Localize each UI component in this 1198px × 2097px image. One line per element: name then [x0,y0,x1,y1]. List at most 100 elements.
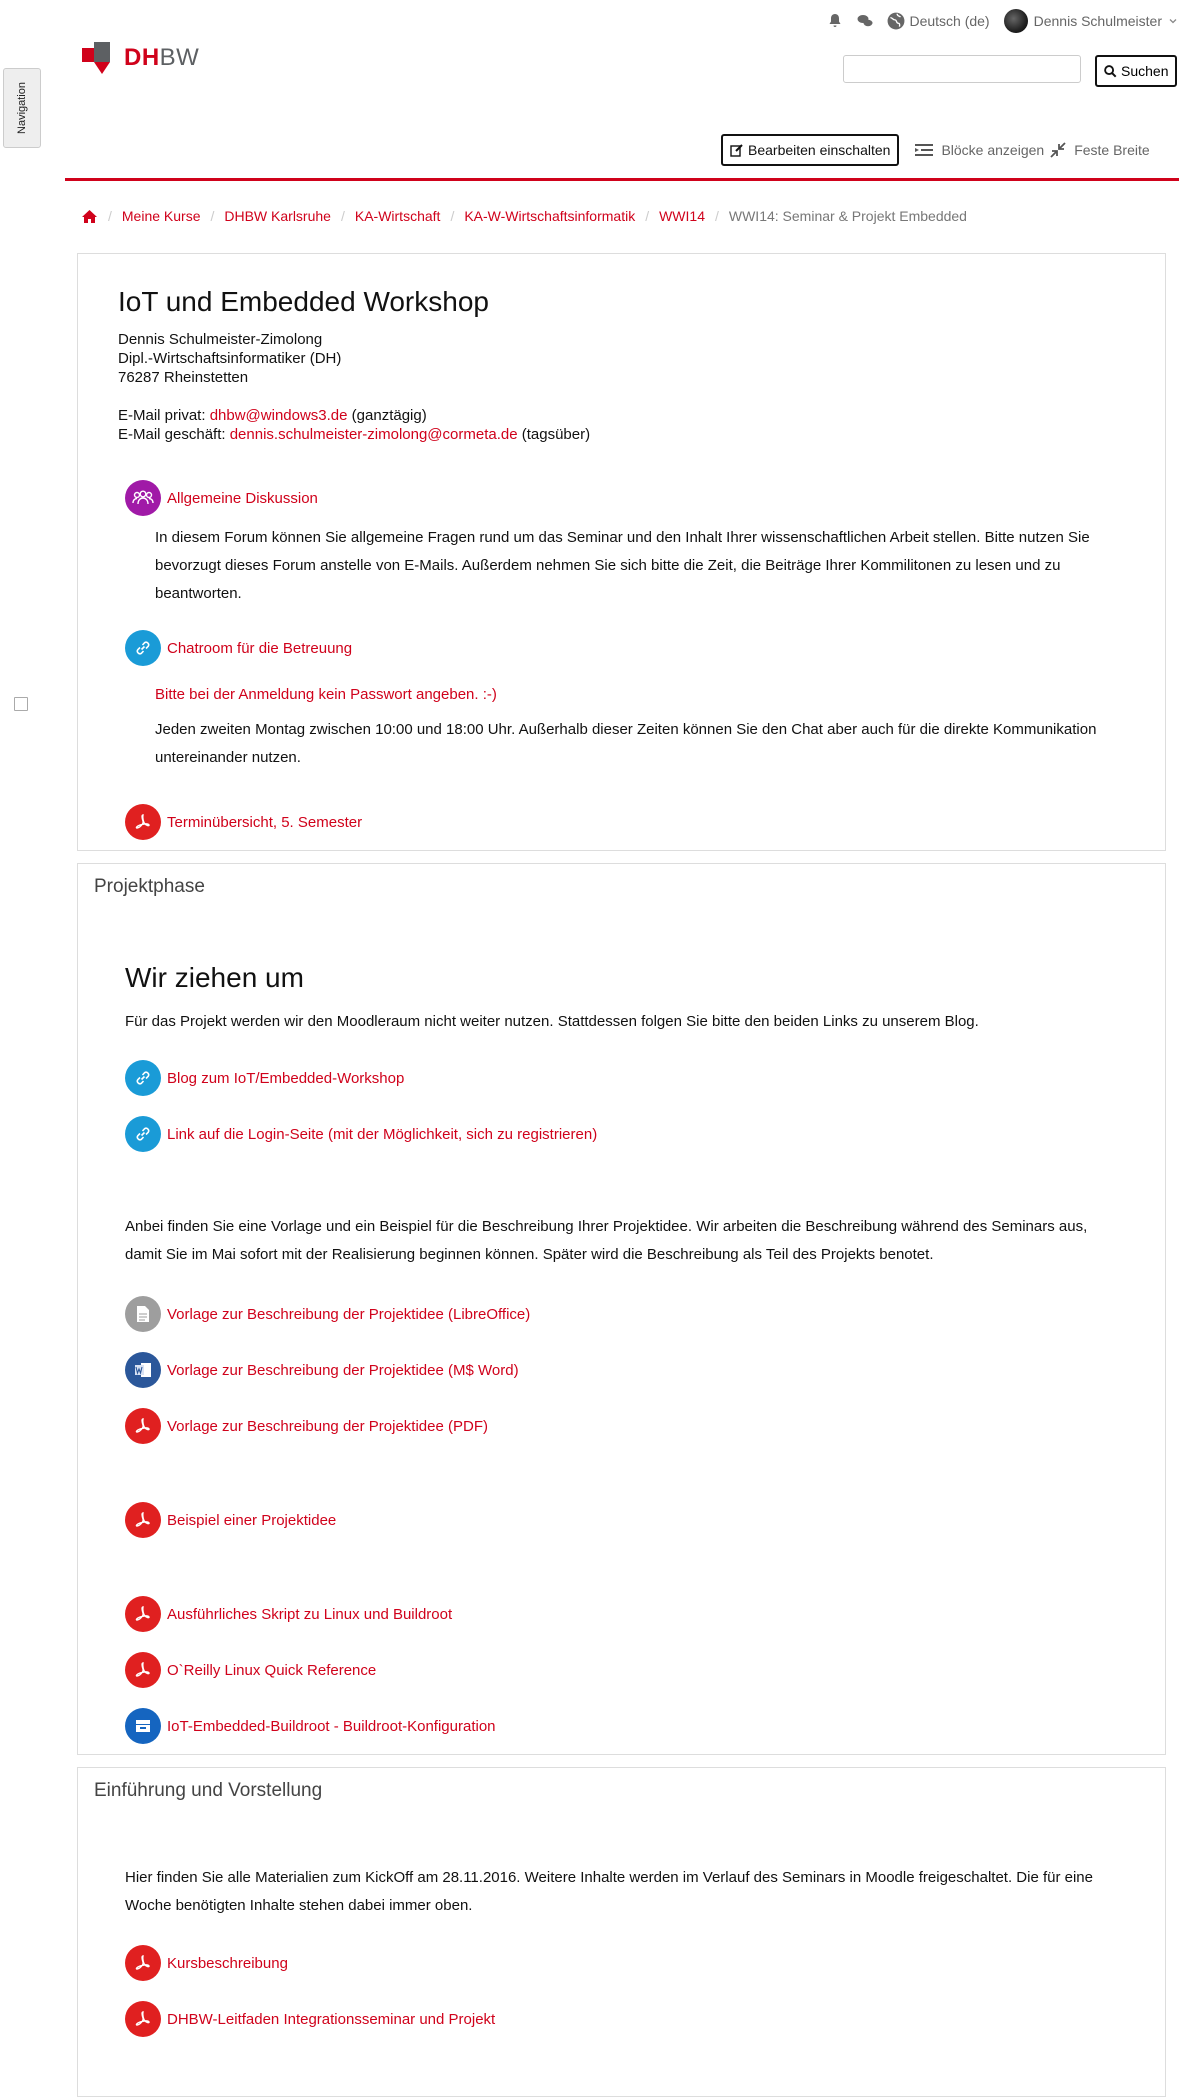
intro-section: Einführung und Vorstellung Hier finden S… [77,1767,1166,2097]
guide-activity[interactable]: DHBW-Leitfaden Integrationsseminar und P… [125,2001,495,2037]
navigation-drawer-toggle[interactable]: Navigation [3,68,41,148]
fixed-width-label: Feste Breite [1074,142,1150,158]
search-input[interactable] [843,55,1081,83]
template-libreoffice-link[interactable]: Vorlage zur Beschreibung der Projektidee… [167,1306,530,1323]
template-pdf-link[interactable]: Vorlage zur Beschreibung der Projektidee… [167,1418,488,1435]
oreilly-activity[interactable]: O`Reilly Linux Quick Reference [125,1652,376,1688]
breadcrumb: / Meine Kurse / DHBW Karlsruhe / KA-Wirt… [81,208,967,224]
breadcrumb-separator: / [340,208,345,224]
section-title[interactable]: Einführung und Vorstellung [94,1780,322,1802]
search-form: Suchen [843,55,1178,87]
script-link[interactable]: Ausführliches Skript zu Linux und Buildr… [167,1606,452,1623]
search-icon [1104,64,1117,77]
home-icon[interactable] [81,209,98,224]
private-mail-line: E-Mail privat: dhbw@windows3.de (ganztäg… [118,406,590,425]
contact-address: Dennis Schulmeister-Zimolong Dipl.-Wirts… [118,330,590,444]
schedule-link[interactable]: Terminübersicht, 5. Semester [167,814,362,831]
link-icon [125,1060,161,1096]
contact-city: 76287 Rheinstetten [118,369,249,386]
block-toggle-icon[interactable] [14,697,28,711]
forum-activity[interactable]: Allgemeine Diskussion [125,480,318,516]
breadcrumb-separator: / [645,208,650,224]
edit-mode-button[interactable]: Bearbeiten einschalten [721,134,900,166]
template-word-link[interactable]: Vorlage zur Beschreibung der Projektidee… [167,1362,519,1379]
chat-activity[interactable]: Chatroom für die Betreuung [125,630,352,666]
pdf-icon [125,804,161,840]
course-description-activity[interactable]: Kursbeschreibung [125,1945,288,1981]
bell-icon[interactable] [827,13,843,29]
project-template-text: Anbei finden Sie eine Vorlage und ein Be… [125,1218,1088,1263]
example-link[interactable]: Beispiel einer Projektidee [167,1512,336,1529]
section-title[interactable]: Projektphase [94,876,205,898]
course-description-link[interactable]: Kursbeschreibung [167,1955,288,1972]
show-blocks-button[interactable]: Blöcke anzeigen [915,142,1044,158]
logo-text-dh: DH [124,44,160,71]
template-libreoffice-activity[interactable]: Vorlage zur Beschreibung der Projektidee… [125,1296,530,1332]
project-intro: Für das Projekt werden wir den Moodlerau… [125,1013,979,1030]
show-blocks-label: Blöcke anzeigen [941,142,1045,158]
buildroot-activity[interactable]: IoT-Embedded-Buildroot - Buildroot-Konfi… [125,1708,496,1744]
document-file-icon [125,1296,161,1332]
breadcrumb-item-dhbw-karlsruhe[interactable]: DHBW Karlsruhe [224,208,331,224]
forum-description: In diesem Forum können Sie allgemeine Fr… [155,529,1090,602]
private-mail-label: E-Mail privat: [118,407,210,424]
chat-link[interactable]: Chatroom für die Betreuung [167,640,352,657]
contact-degree: Dipl.-Wirtschaftsinformatiker (DH) [118,350,342,367]
avatar [1003,9,1028,33]
private-mail-note: (ganztägig) [347,407,427,424]
breadcrumb-separator: / [210,208,215,224]
blog-activity[interactable]: Blog zum IoT/Embedded-Workshop [125,1060,404,1096]
globe-icon [888,12,905,30]
work-mail-note: (tagsüber) [517,426,591,443]
project-phase-section: Projektphase Wir ziehen um Für das Proje… [77,863,1166,1755]
language-label: Deutsch (de) [909,13,990,29]
contact-name: Dennis Schulmeister-Zimolong [118,331,323,348]
course-title: IoT und Embedded Workshop [118,286,489,317]
private-mail-link[interactable]: dhbw@windows3.de [210,407,348,424]
top-bar: Deutsch (de) Dennis Schulmeister [827,8,1178,34]
user-name: Dennis Schulmeister [1033,13,1162,29]
breadcrumb-item-wirtschaftsinformatik[interactable]: KA-W-Wirtschaftsinformatik [464,208,635,224]
schedule-activity[interactable]: Terminübersicht, 5. Semester [125,804,362,840]
word-document-icon [125,1352,161,1388]
breadcrumb-item-current: WWI14: Seminar & Projekt Embedded [728,208,967,224]
template-word-activity[interactable]: Vorlage zur Beschreibung der Projektidee… [125,1352,519,1388]
work-mail-label: E-Mail geschäft: [118,426,230,443]
forum-link[interactable]: Allgemeine Diskussion [167,490,318,507]
link-icon [125,1116,161,1152]
pdf-icon [125,1652,161,1688]
compress-icon [1050,142,1066,158]
login-link[interactable]: Link auf die Login-Seite (mit der Möglic… [167,1126,597,1143]
search-button[interactable]: Suchen [1095,55,1178,87]
breadcrumb-item-my-courses[interactable]: Meine Kurse [122,208,201,224]
logo-text-bw: BW [159,44,200,71]
buildroot-link[interactable]: IoT-Embedded-Buildroot - Buildroot-Konfi… [167,1718,496,1735]
search-button-label: Suchen [1121,63,1169,79]
breadcrumb-item-wwi14[interactable]: WWI14 [659,208,705,224]
user-menu[interactable]: Dennis Schulmeister [1003,9,1178,33]
example-activity[interactable]: Beispiel einer Projektidee [125,1502,336,1538]
dhbw-logo-mark [82,42,110,74]
header-divider [65,178,1179,181]
work-mail-line: E-Mail geschäft: dennis.schulmeister-zim… [118,425,590,444]
language-menu[interactable]: Deutsch (de) [887,12,990,30]
breadcrumb-separator: / [450,208,455,224]
pdf-icon [125,1408,161,1444]
template-pdf-activity[interactable]: Vorlage zur Beschreibung der Projektidee… [125,1408,488,1444]
pdf-icon [125,2001,161,2037]
blog-link[interactable]: Blog zum IoT/Embedded-Workshop [167,1070,404,1087]
chat-bubbles-icon[interactable] [857,13,873,29]
dhbw-logo[interactable]: DHBW [82,40,199,76]
oreilly-link[interactable]: O`Reilly Linux Quick Reference [167,1662,376,1679]
script-activity[interactable]: Ausführliches Skript zu Linux und Buildr… [125,1596,452,1632]
course-header-section: IoT und Embedded Workshop Dennis Schulme… [77,253,1166,851]
chat-description: Jeden zweiten Montag zwischen 10:00 und … [155,721,1097,766]
pdf-icon [125,1945,161,1981]
list-indent-icon [915,144,934,156]
breadcrumb-item-ka-wirtschaft[interactable]: KA-Wirtschaft [355,208,441,224]
fixed-width-button[interactable]: Feste Breite [1050,142,1150,158]
login-activity[interactable]: Link auf die Login-Seite (mit der Möglic… [125,1116,597,1152]
chat-note: Bitte bei der Anmeldung kein Passwort an… [155,686,497,703]
guide-link[interactable]: DHBW-Leitfaden Integrationsseminar und P… [167,2011,495,2028]
work-mail-link[interactable]: dennis.schulmeister-zimolong@cormeta.de [230,426,518,443]
